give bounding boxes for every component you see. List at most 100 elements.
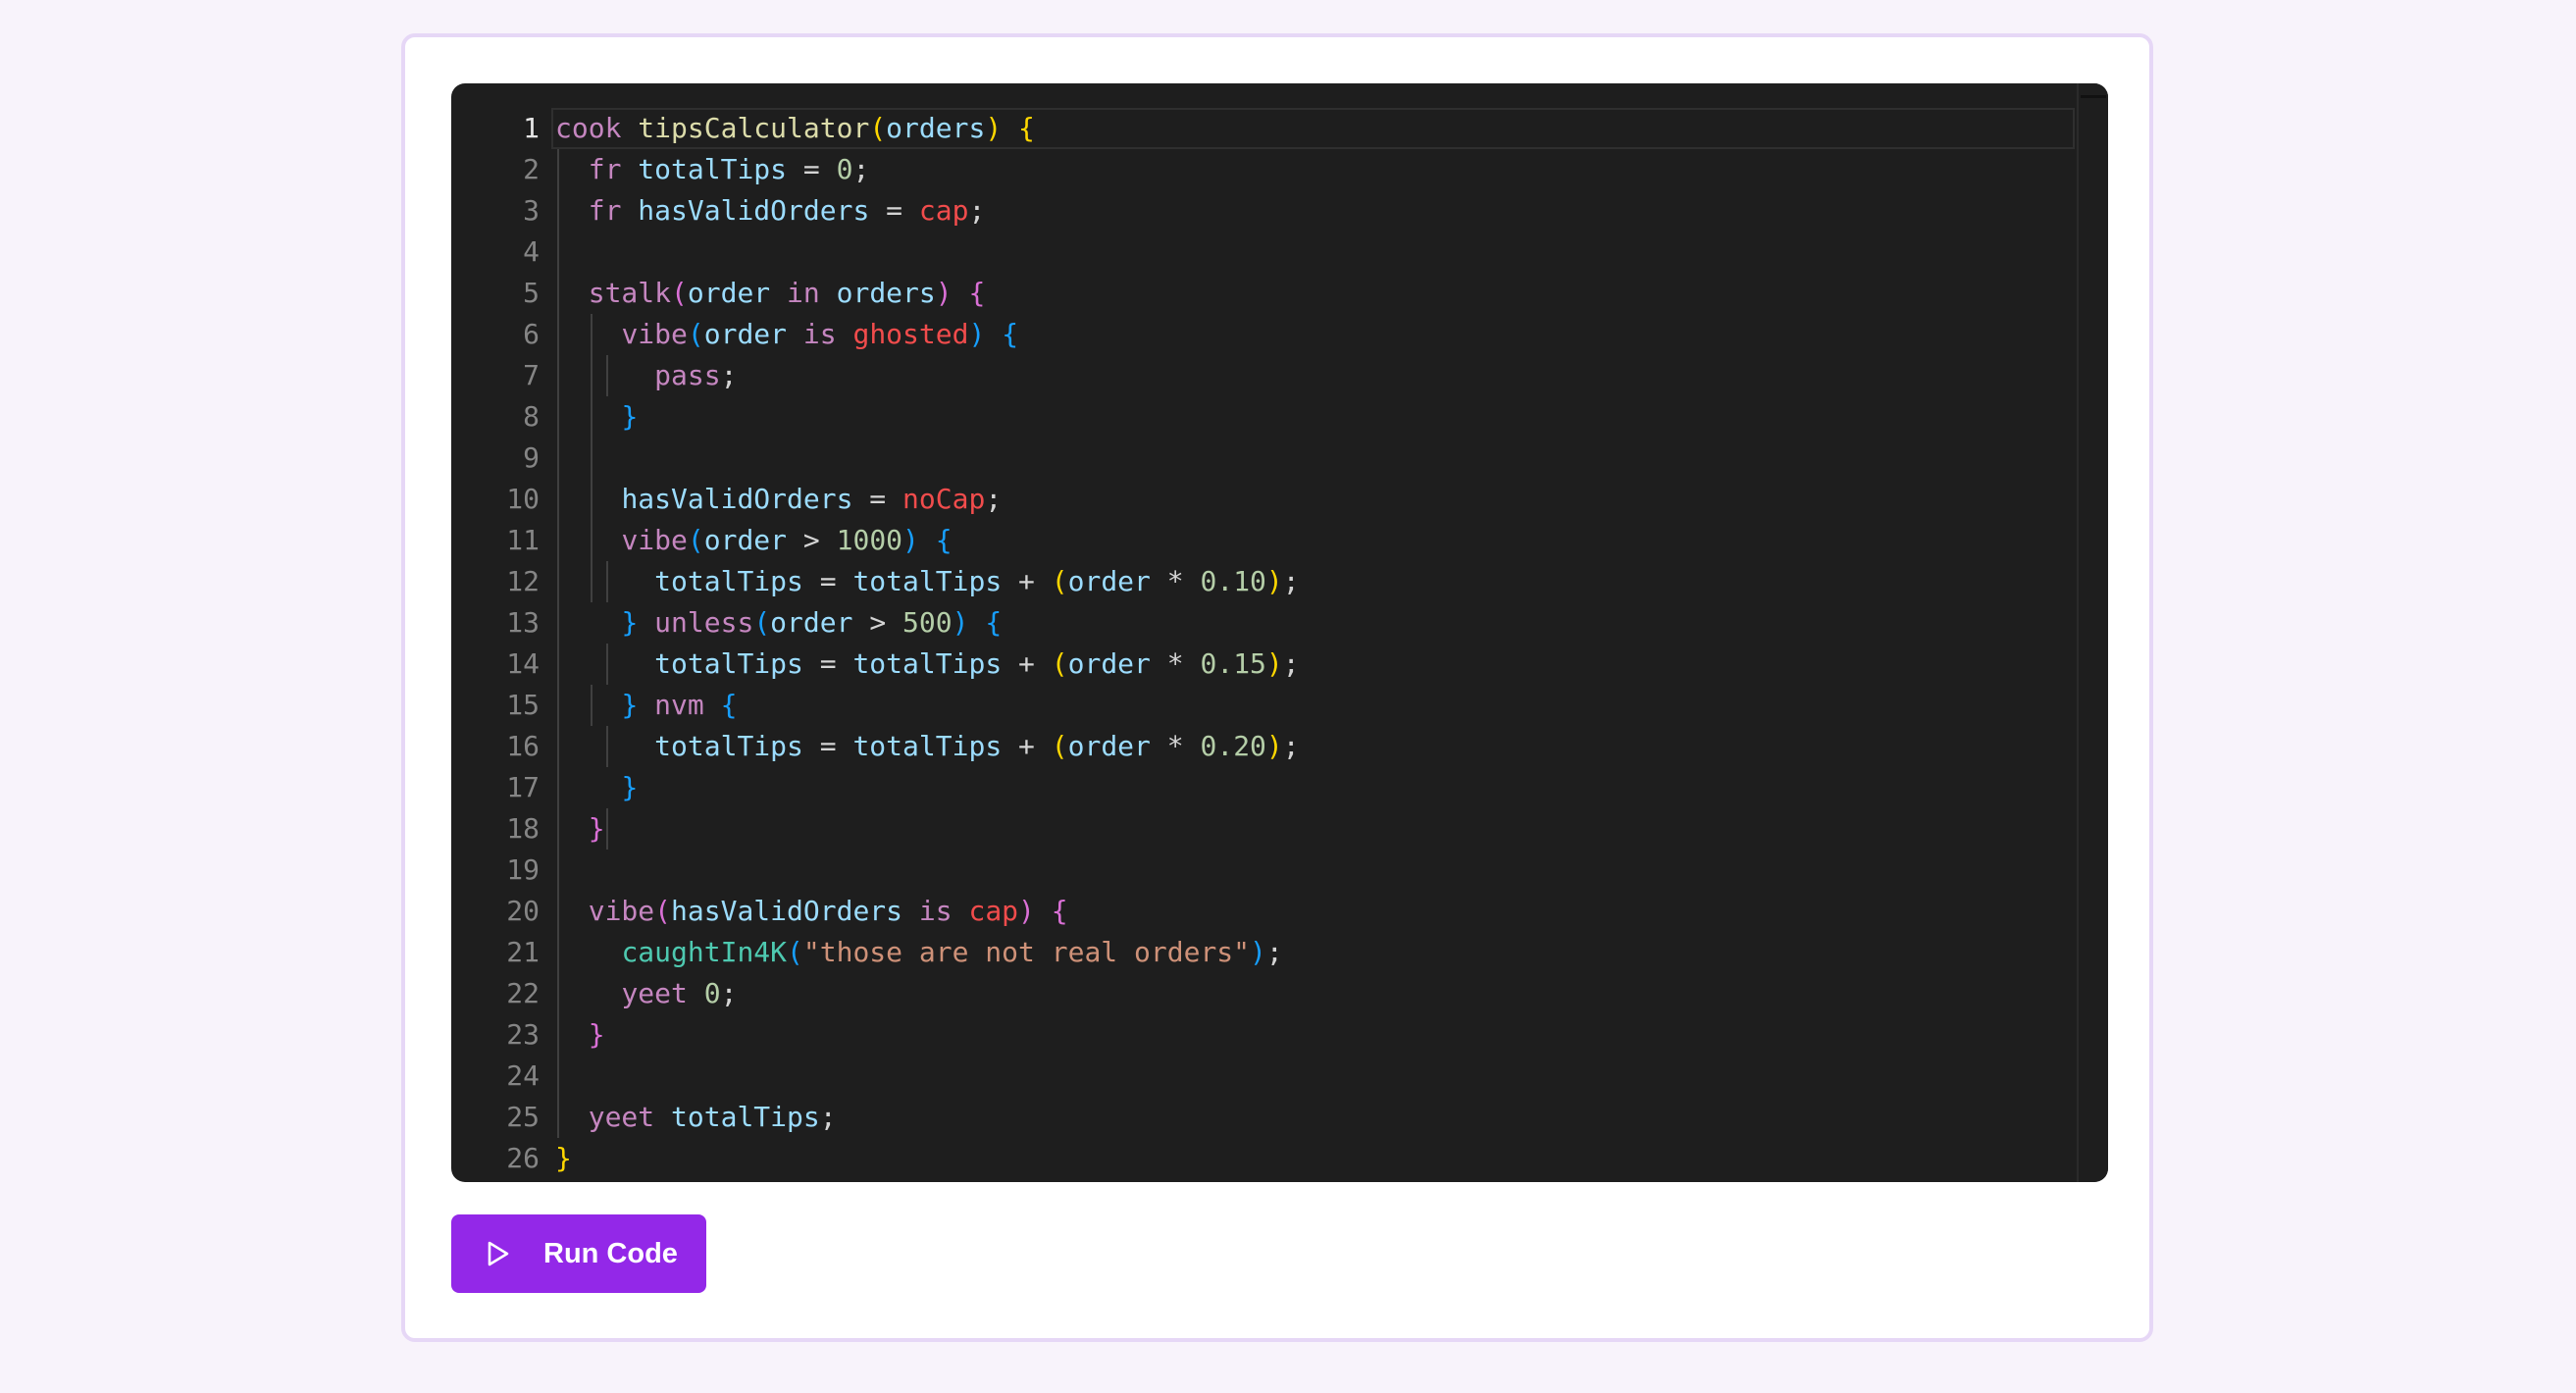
code-token: hasValidOrders: [621, 483, 853, 515]
code-token: 500: [902, 606, 953, 639]
code-line[interactable]: vibe(order is ghosted) {: [555, 314, 2079, 355]
code-token: totalTips: [852, 730, 1003, 762]
code-token: >: [852, 606, 903, 639]
line-number: 21: [506, 936, 540, 968]
code-token: ;: [720, 977, 738, 1009]
run-code-button[interactable]: Run Code: [451, 1214, 706, 1293]
code-line[interactable]: } nvm {: [555, 685, 2079, 726]
code-token: }: [621, 771, 639, 803]
code-token: *: [1150, 565, 1201, 597]
code-token: *: [1150, 730, 1201, 762]
code-line[interactable]: totalTips = totalTips + (order * 0.20);: [555, 726, 2079, 767]
line-number: 17: [506, 771, 540, 803]
code-token: ;: [852, 153, 870, 185]
code-line[interactable]: hasValidOrders = noCap;: [555, 479, 2079, 520]
code-line[interactable]: totalTips = totalTips + (order * 0.10);: [555, 561, 2079, 602]
line-number: 4: [523, 235, 540, 268]
code-line[interactable]: [555, 850, 2079, 891]
line-number: 18: [506, 812, 540, 845]
code-token: =: [852, 483, 903, 515]
code-line[interactable]: stalk(order in orders) {: [555, 273, 2079, 314]
code-line[interactable]: fr totalTips = 0;: [555, 149, 2079, 190]
code-token: orders: [886, 112, 986, 144]
code-token: +: [1002, 730, 1052, 762]
code-line[interactable]: }: [555, 1138, 2079, 1179]
line-number: 9: [523, 441, 540, 474]
code-token: (: [1051, 565, 1068, 597]
code-line[interactable]: totalTips = totalTips + (order * 0.15);: [555, 644, 2079, 685]
editor-scrollbar[interactable]: [2077, 83, 2108, 1182]
code-line[interactable]: yeet totalTips;: [555, 1097, 2079, 1138]
code-token: 0.15: [1200, 647, 1266, 680]
code-line[interactable]: pass;: [555, 355, 2079, 396]
code-token: pass: [654, 359, 721, 391]
code-token: {: [1018, 112, 1035, 144]
line-number: 16: [506, 730, 540, 762]
code-token: }: [621, 400, 639, 433]
code-token: order: [703, 524, 788, 556]
code-token: ;: [985, 483, 1003, 515]
code-token: 0.20: [1200, 730, 1266, 762]
code-line[interactable]: fr hasValidOrders = cap;: [555, 190, 2079, 232]
code-token: >: [787, 524, 837, 556]
code-line[interactable]: vibe(hasValidOrders is cap) {: [555, 891, 2079, 932]
code-token: ): [952, 606, 969, 639]
code-line[interactable]: cook tipsCalculator(orders) {: [551, 108, 2079, 149]
code-line[interactable]: vibe(order > 1000) {: [555, 520, 2079, 561]
code-line[interactable]: [555, 1056, 2079, 1097]
code-line[interactable]: [555, 232, 2079, 273]
code-token: (: [753, 606, 771, 639]
code-token: hasValidOrders: [671, 895, 903, 927]
line-number: 6: [523, 318, 540, 350]
code-line[interactable]: }: [555, 1014, 2079, 1056]
code-token: ;: [1282, 647, 1300, 680]
line-number: 23: [506, 1018, 540, 1051]
code-token: {: [935, 524, 953, 556]
code-token: (: [687, 524, 704, 556]
code-line[interactable]: caughtIn4K("those are not real orders");: [555, 932, 2079, 973]
code-token: (: [787, 936, 803, 968]
code-token: 0: [703, 977, 721, 1009]
code-line[interactable]: }: [555, 808, 2079, 850]
code-token: ;: [720, 359, 738, 391]
code-line[interactable]: }: [555, 767, 2079, 808]
code-token: 0: [836, 153, 853, 185]
code-token: totalTips: [654, 565, 803, 597]
run-code-label: Run Code: [543, 1237, 678, 1269]
code-token: (: [687, 318, 704, 350]
code-token: =: [802, 565, 853, 597]
code-line[interactable]: } unless(order > 500) {: [555, 602, 2079, 644]
code-token: in: [770, 277, 837, 309]
code-token: ;: [819, 1101, 837, 1133]
code-token: ): [1250, 936, 1266, 968]
code-token: *: [1150, 647, 1201, 680]
line-number: 10: [506, 483, 540, 515]
code-editor[interactable]: 1 2 3 4 5 6 7 8 9 10 11 12 13 14 15 16 17 18 19 20 21 22 23 24 2…: [451, 83, 2108, 1182]
code-token: =: [802, 647, 853, 680]
code-area[interactable]: cook tipsCalculator(orders) { fr totalTi…: [551, 108, 2079, 1179]
line-number: 1: [523, 112, 540, 144]
line-number: 11: [506, 524, 540, 556]
code-token: fr: [588, 153, 639, 185]
code-token: ): [1265, 565, 1283, 597]
code-line[interactable]: yeet 0;: [555, 973, 2079, 1014]
code-line[interactable]: [555, 438, 2079, 479]
code-token: ): [1265, 730, 1283, 762]
code-token: }: [555, 1142, 572, 1174]
line-number: 2: [523, 153, 540, 185]
code-line[interactable]: }: [555, 396, 2079, 438]
code-token: cap: [918, 194, 969, 227]
code-token: ): [968, 318, 986, 350]
code-token: nvm: [638, 689, 721, 721]
line-number: 12: [506, 565, 540, 597]
